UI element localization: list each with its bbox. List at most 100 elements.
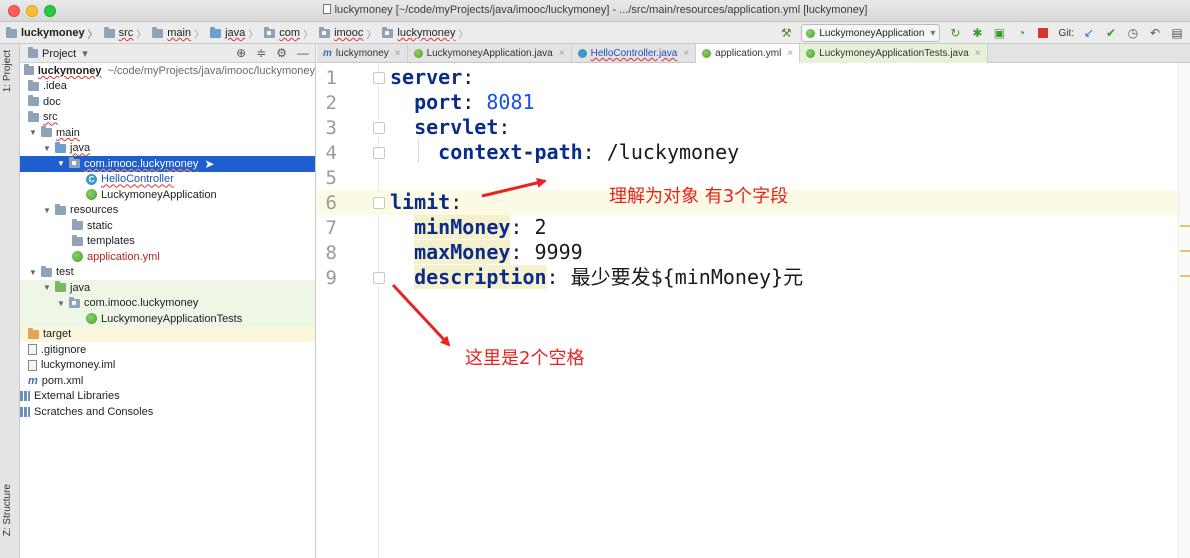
code-editor[interactable]: 1 server: 2 port: 8081 3 servlet: 4 cont… xyxy=(317,63,1190,558)
fold-marker-icon[interactable] xyxy=(373,72,385,84)
tree-item-tests-class[interactable]: LuckymoneyApplicationTests xyxy=(20,311,315,327)
line-number: 1 xyxy=(325,67,337,89)
yaml-key: description xyxy=(414,265,547,289)
breadcrumb-src[interactable]: src 〉 xyxy=(103,26,151,41)
chevron-right-icon: 〉 xyxy=(194,29,205,41)
tab-hellocontroller[interactable]: HelloController.java × xyxy=(572,44,697,63)
git-update-icon[interactable]: ↙ xyxy=(1082,26,1096,40)
close-icon[interactable]: × xyxy=(559,48,565,59)
tree-item-scratches[interactable]: Scratches and Consoles xyxy=(20,404,315,420)
close-icon[interactable]: × xyxy=(975,48,981,59)
hide-icon[interactable]: — xyxy=(297,46,309,60)
tree-item-label: java xyxy=(70,281,91,294)
chevron-right-icon: 〉 xyxy=(248,29,259,41)
stop-icon[interactable] xyxy=(1036,26,1050,40)
tab-application-yml[interactable]: application.yml × xyxy=(696,44,801,63)
tree-item-idea[interactable]: .idea xyxy=(20,79,315,95)
close-icon[interactable]: × xyxy=(787,48,793,59)
tree-item-test[interactable]: ▼ test xyxy=(20,265,315,281)
tree-item-luckymoneyapplication[interactable]: LuckymoneyApplication xyxy=(20,187,315,203)
profile-icon[interactable]: ◔ xyxy=(1014,26,1028,40)
warning-marker[interactable] xyxy=(1180,225,1190,227)
tree-item-java[interactable]: ▼ java xyxy=(20,141,315,157)
breadcrumb-com[interactable]: com 〉 xyxy=(264,26,317,41)
project-tree: luckymoney ~/code/myProjects/java/imooc/l… xyxy=(20,63,315,420)
collapse-icon[interactable]: ≑ xyxy=(256,46,266,60)
expand-arrow-icon[interactable]: ▼ xyxy=(28,268,38,277)
breadcrumb-java[interactable]: java 〉 xyxy=(210,26,262,41)
hammer-icon[interactable]: ⚒ xyxy=(779,26,793,40)
close-icon[interactable]: × xyxy=(395,48,401,59)
history-icon[interactable]: ◷ xyxy=(1126,26,1140,40)
tree-item-iml[interactable]: luckymoney.iml xyxy=(20,358,315,374)
tree-item-label: templates xyxy=(87,235,135,248)
breadcrumb-luckymoney[interactable]: luckymoney 〉 xyxy=(6,26,102,41)
code-text: port: 8081 xyxy=(390,90,535,115)
structure-tool-tab[interactable]: Z: Structure xyxy=(2,484,13,536)
editor-scrollbar[interactable] xyxy=(1178,63,1190,558)
close-icon[interactable]: × xyxy=(683,48,689,59)
code-line: 2 port: 8081 xyxy=(317,90,1190,115)
revert-icon[interactable]: ↶ xyxy=(1148,26,1162,40)
spring-class-icon xyxy=(413,49,423,58)
tree-item-package-test[interactable]: ▼ com.imooc.luckymoney xyxy=(20,295,315,311)
yaml-key: server xyxy=(390,65,463,89)
code-text: description: 最少要发${minMoney}元 xyxy=(390,265,803,290)
tree-item-static[interactable]: static xyxy=(20,218,315,234)
expand-arrow-icon[interactable]: ▼ xyxy=(28,128,38,137)
expand-arrow-icon[interactable]: ▼ xyxy=(42,144,52,153)
fold-marker-icon[interactable] xyxy=(373,272,385,284)
coverage-icon[interactable]: ▣ xyxy=(992,26,1006,40)
expand-arrow-icon[interactable]: ▼ xyxy=(42,283,52,292)
fold-marker-icon[interactable] xyxy=(373,122,385,134)
file-icon xyxy=(28,344,37,356)
project-view-select[interactable]: Project ▾ xyxy=(28,47,88,60)
tree-item-templates[interactable]: templates xyxy=(20,234,315,250)
breadcrumb-main[interactable]: main 〉 xyxy=(152,26,208,41)
code-line: 7 minMoney: 2 xyxy=(317,215,1190,240)
code-text: servlet: xyxy=(390,115,510,140)
line-number: 5 xyxy=(325,167,337,189)
tree-item-resources[interactable]: ▼ resources xyxy=(20,203,315,219)
warning-marker[interactable] xyxy=(1180,275,1190,277)
tree-item-hellocontroller[interactable]: C HelloController xyxy=(20,172,315,188)
yaml-value: 8081 xyxy=(486,90,535,114)
gear-icon[interactable]: ⚙ xyxy=(276,46,287,60)
project-view-label: Project xyxy=(42,47,77,60)
breadcrumb-luckymoney-pkg[interactable]: luckymoney 〉 xyxy=(382,26,472,41)
breadcrumb-imooc[interactable]: imooc 〉 xyxy=(319,26,380,41)
tree-item-package-main[interactable]: ▼ com.imooc.luckymoney ➤ xyxy=(20,156,315,172)
expand-arrow-icon[interactable]: ▼ xyxy=(56,299,66,308)
tree-item-application-yml[interactable]: application.yml xyxy=(20,249,315,265)
layout-icon[interactable]: ▤ xyxy=(1170,26,1184,40)
expand-arrow-icon[interactable]: ▼ xyxy=(56,159,66,168)
navigation-bar: luckymoney 〉 src 〉 main 〉 java 〉 com 〉 imooc 〉… xyxy=(0,22,1190,44)
package-icon xyxy=(382,26,394,38)
tree-item-test-java[interactable]: ▼ java xyxy=(20,280,315,296)
run-configuration-select[interactable]: LuckymoneyApplication ▾ xyxy=(801,24,941,42)
fold-marker-icon[interactable] xyxy=(373,147,385,159)
tab-luckymoneyapplication[interactable]: LuckymoneyApplication.java × xyxy=(408,44,572,63)
tree-item-src[interactable]: src xyxy=(20,110,315,126)
yaml-key: limit xyxy=(390,190,451,214)
tree-item-main[interactable]: ▼ main xyxy=(20,125,315,141)
tree-item-label: pom.xml xyxy=(41,374,84,387)
tree-item-label: test xyxy=(56,266,74,279)
project-tool-tab[interactable]: 1: Project xyxy=(2,50,13,92)
debug-icon[interactable]: ✱ xyxy=(970,26,984,40)
tree-item-target[interactable]: target xyxy=(20,326,315,342)
tree-item-external-libraries[interactable]: External Libraries xyxy=(20,389,315,405)
tab-luckymoney[interactable]: m luckymoney × xyxy=(317,44,408,63)
warning-marker[interactable] xyxy=(1180,250,1190,252)
tree-item-pom[interactable]: m pom.xml xyxy=(20,373,315,389)
git-commit-icon[interactable]: ✔ xyxy=(1104,26,1118,40)
tab-luckymoneyapplicationtests[interactable]: LuckymoneyApplicationTests.java × xyxy=(800,44,988,63)
tree-item-gitignore[interactable]: .gitignore xyxy=(20,342,315,358)
tree-item-root[interactable]: luckymoney ~/code/myProjects/java/imooc/l… xyxy=(20,63,315,79)
locate-icon[interactable]: ⊕ xyxy=(236,46,246,60)
fold-marker-icon[interactable] xyxy=(373,197,385,209)
tab-label: LuckymoneyApplicationTests.java xyxy=(819,48,969,59)
expand-arrow-icon[interactable]: ▼ xyxy=(42,206,52,215)
rerun-icon[interactable]: ↻ xyxy=(948,26,962,40)
tree-item-doc[interactable]: doc xyxy=(20,94,315,110)
